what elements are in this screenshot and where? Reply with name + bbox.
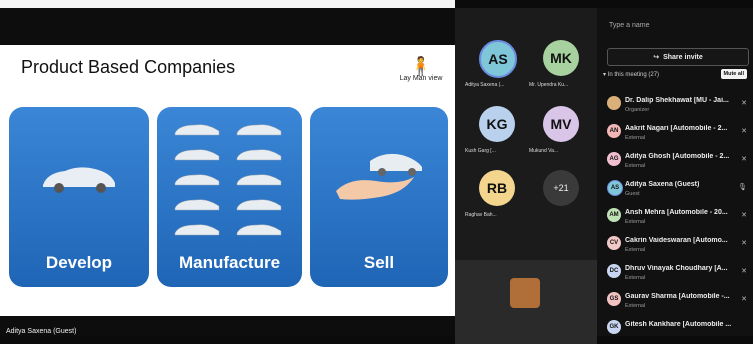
- avatar: GS: [607, 292, 621, 306]
- avatar: AM: [607, 208, 621, 222]
- car-icon: [43, 167, 115, 193]
- shared-screen-stage: Product Based Companies 🧍 Lay Man view D…: [0, 8, 455, 336]
- participant-name: Raghav Bah...: [465, 212, 497, 218]
- share-invite-label: Share invite: [663, 53, 703, 61]
- section-label: In this meeting (27): [607, 72, 660, 78]
- manufacture-label: Manufacture: [178, 253, 281, 272]
- person-icon: 🧍: [409, 56, 433, 76]
- list-item[interactable]: GS Gaurav Sharma [Automobile -... Extern…: [603, 287, 753, 315]
- list-item[interactable]: AM Ansh Mehra [Automobile - 20... Extern…: [603, 203, 753, 231]
- participant-name: Gaurav Sharma [Automobile -...: [625, 293, 730, 300]
- participant-tile[interactable]: RB Raghav Bah...: [465, 170, 529, 232]
- avatar: DC: [607, 264, 621, 278]
- participant-name: Aditya Saxena (Guest): [625, 181, 700, 188]
- participant-role: External: [625, 219, 646, 225]
- participant-name: Dr. Dalip Shekhawat [MU - Jai...: [625, 97, 729, 104]
- list-item[interactable]: Dr. Dalip Shekhawat [MU - Jai... Organiz…: [603, 91, 753, 119]
- mic-muted-icon: ✕: [741, 212, 747, 219]
- participant-name: Aakrit Nagari [Automobile - 2...: [625, 125, 728, 132]
- sell-label: Sell: [363, 253, 395, 272]
- chevron-down-icon: ▾: [603, 72, 607, 78]
- avatar: [607, 96, 621, 110]
- participant-tile[interactable]: MK Mr. Upendra Ku...: [529, 40, 593, 102]
- avatar: AG: [607, 152, 621, 166]
- participant-name: Cakrin Vaideswaran [Automo...: [625, 237, 728, 244]
- participant-tile[interactable]: AS Aditya Saxena (...: [465, 40, 529, 102]
- avatar: MV: [543, 106, 579, 142]
- share-invite-button[interactable]: ↪ Share invite: [607, 48, 749, 66]
- participant-name: Mr. Upendra Ku...: [529, 82, 569, 88]
- self-video: [455, 260, 597, 344]
- avatar: AS: [479, 40, 517, 78]
- list-item[interactable]: AG Aditya Ghosh [Automobile - 2... Exter…: [603, 147, 753, 175]
- list-item[interactable]: GK Gitesh Kankhare [Automobile ...: [603, 315, 753, 343]
- participant-name: Ansh Mehra [Automobile - 20...: [625, 209, 728, 216]
- in-meeting-section[interactable]: ▾ In this meeting (27) Mute all: [603, 69, 747, 79]
- avatar: RB: [479, 170, 515, 206]
- participant-gallery: AS Aditya Saxena (... MK Mr. Upendra Ku.…: [455, 8, 597, 344]
- top-bar: [0, 0, 455, 8]
- presenter-nameplate: Aditya Saxena (Guest): [6, 328, 77, 335]
- presentation-slide: Product Based Companies 🧍 Lay Man view D…: [0, 45, 455, 316]
- participant-name: Aditya Ghosh [Automobile - 2...: [625, 153, 730, 160]
- sell-tile: Sell: [310, 107, 448, 287]
- mic-muted-icon: ✕: [741, 296, 747, 303]
- participant-role: External: [625, 247, 646, 253]
- participants-panel: Type a name ↪ Share invite ▾ In this mee…: [597, 8, 753, 336]
- avatar: CV: [607, 236, 621, 250]
- participant-role: Organizer: [625, 107, 650, 113]
- list-item[interactable]: AS Aditya Saxena (Guest) Guest 🎙: [603, 175, 753, 203]
- mic-muted-icon: ✕: [741, 156, 747, 163]
- mute-all-button[interactable]: Mute all: [720, 69, 747, 79]
- mic-muted-icon: ✕: [741, 128, 747, 135]
- participant-role: External: [625, 303, 646, 309]
- avatar: MK: [543, 40, 579, 76]
- participant-name: Gitesh Kankhare [Automobile ...: [625, 321, 732, 328]
- participant-role: External: [625, 163, 646, 169]
- participant-role: Guest: [625, 191, 640, 197]
- participant-role: External: [625, 275, 646, 281]
- video-thumbnail: [510, 278, 540, 308]
- list-item[interactable]: DC Dhruv Vinayak Choudhary [A... Externa…: [603, 259, 753, 287]
- participant-name: Mukund Va...: [529, 148, 559, 154]
- mic-icon: 🎙: [738, 184, 747, 191]
- avatar: AS: [607, 180, 623, 196]
- hand-holding-car-icon: [336, 153, 422, 200]
- slide-title: Product Based Companies: [21, 57, 236, 77]
- develop-tile: Develop: [9, 107, 149, 287]
- avatar: GK: [607, 320, 621, 334]
- avatar: KG: [479, 106, 515, 142]
- develop-label: Develop: [45, 253, 113, 272]
- participant-search-input[interactable]: Type a name: [609, 22, 743, 38]
- mic-muted-icon: ✕: [741, 240, 747, 247]
- mic-muted-icon: ✕: [741, 268, 747, 275]
- participant-tile[interactable]: KG Kush Garg [...: [465, 106, 529, 168]
- car-rows-icon: [174, 124, 282, 236]
- participant-name: Kush Garg [...: [465, 148, 496, 154]
- manufacture-tile: Manufacture: [157, 107, 302, 287]
- participant-tile[interactable]: MV Mukund Va...: [529, 106, 593, 168]
- layman-label: Lay Man view: [399, 75, 443, 82]
- list-item[interactable]: CV Cakrin Vaideswaran [Automo... Externa…: [603, 231, 753, 259]
- participant-name: Dhruv Vinayak Choudhary [A...: [625, 265, 728, 272]
- avatar: AN: [607, 124, 621, 138]
- list-item[interactable]: AN Aakrit Nagari [Automobile - 2... Exte…: [603, 119, 753, 147]
- participant-role: External: [625, 135, 646, 141]
- layman-view: 🧍 Lay Man view: [391, 57, 451, 82]
- share-icon: ↪: [653, 54, 660, 61]
- more-participants-button[interactable]: +21: [543, 170, 579, 206]
- participant-name: Aditya Saxena (...: [465, 82, 505, 88]
- mic-muted-icon: ✕: [741, 100, 747, 107]
- participant-list: Dr. Dalip Shekhawat [MU - Jai... Organiz…: [603, 91, 753, 343]
